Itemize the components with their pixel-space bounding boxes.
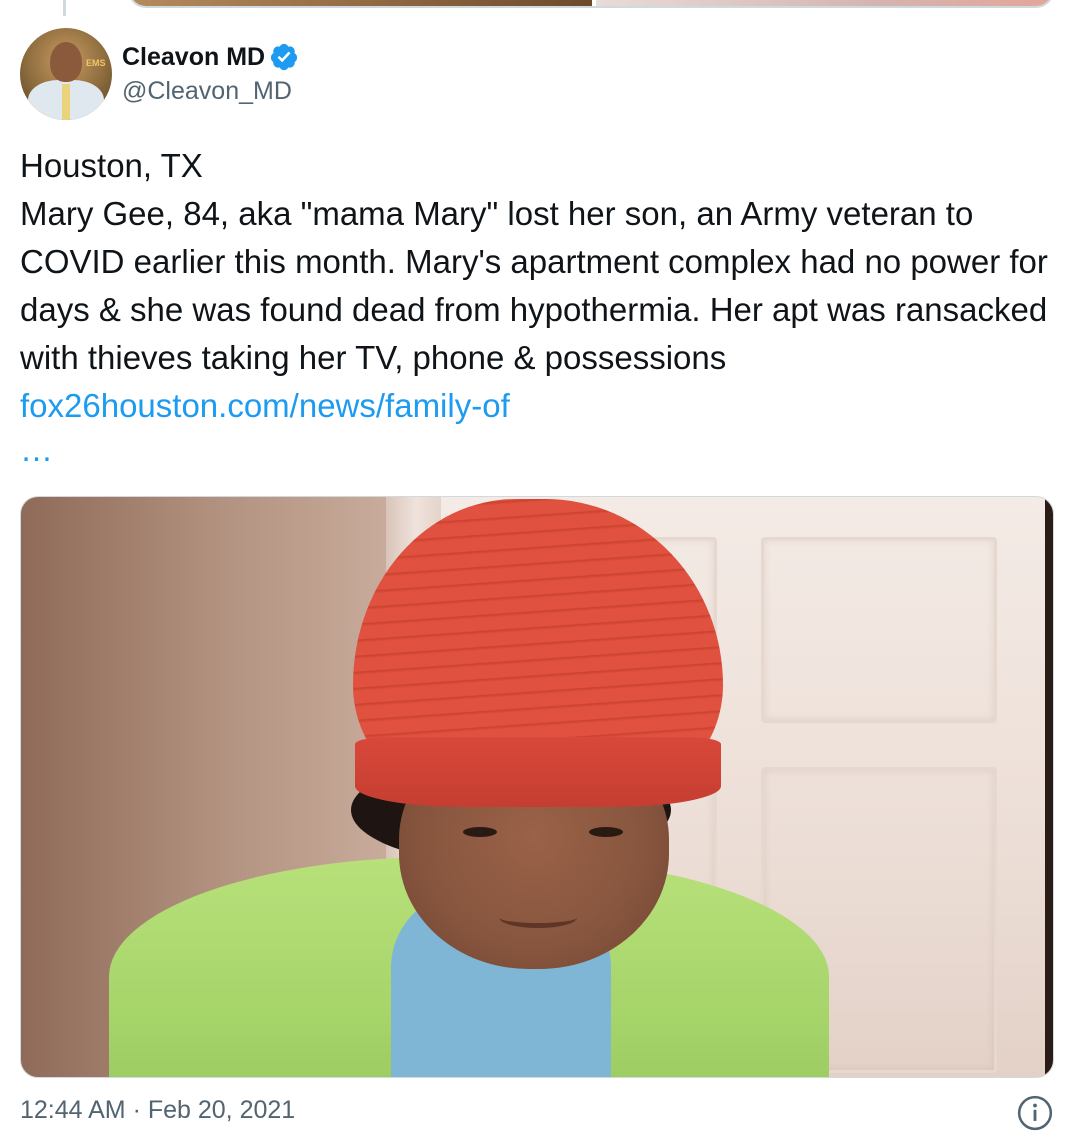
previous-media-right-image: [596, 0, 1052, 6]
tweet-link[interactable]: fox26houston.com/news/family-of: [20, 387, 510, 424]
previous-tweet-media[interactable]: [128, 0, 1054, 8]
avatar-sign-text: EMS: [86, 58, 106, 68]
tweet-timestamp[interactable]: 12:44 AM · Feb 20, 2021: [20, 1094, 295, 1126]
tweet-link-ellipsis[interactable]: …: [20, 430, 1054, 470]
photo-eye-left: [463, 827, 497, 837]
photo-mouth: [499, 907, 577, 928]
tweet-author: EMS Cleavon MD @Cleavon_MD: [20, 28, 299, 120]
avatar-face: [50, 42, 82, 82]
thread-connector-line: [63, 0, 66, 16]
tweet-body-text: Houston, TX Mary Gee, 84, aka "mama Mary…: [20, 147, 1048, 376]
info-icon[interactable]: [1016, 1094, 1054, 1132]
photo-door-panel: [761, 537, 997, 723]
verified-badge-icon: [270, 43, 298, 71]
photo-eye-right: [589, 827, 623, 837]
tweet-media-photo[interactable]: [20, 496, 1054, 1078]
author-handle[interactable]: @Cleavon_MD: [122, 75, 299, 107]
tweet-text: Houston, TX Mary Gee, 84, aka "mama Mary…: [20, 142, 1054, 470]
author-text: Cleavon MD @Cleavon_MD: [122, 41, 299, 107]
photo-edge: [1045, 497, 1053, 1077]
name-row: Cleavon MD: [122, 41, 299, 73]
avatar[interactable]: EMS: [20, 28, 112, 120]
avatar-tie: [62, 84, 70, 120]
previous-media-left-image: [130, 0, 592, 6]
author-display-name[interactable]: Cleavon MD: [122, 41, 265, 73]
photo-hat-band: [355, 737, 721, 807]
